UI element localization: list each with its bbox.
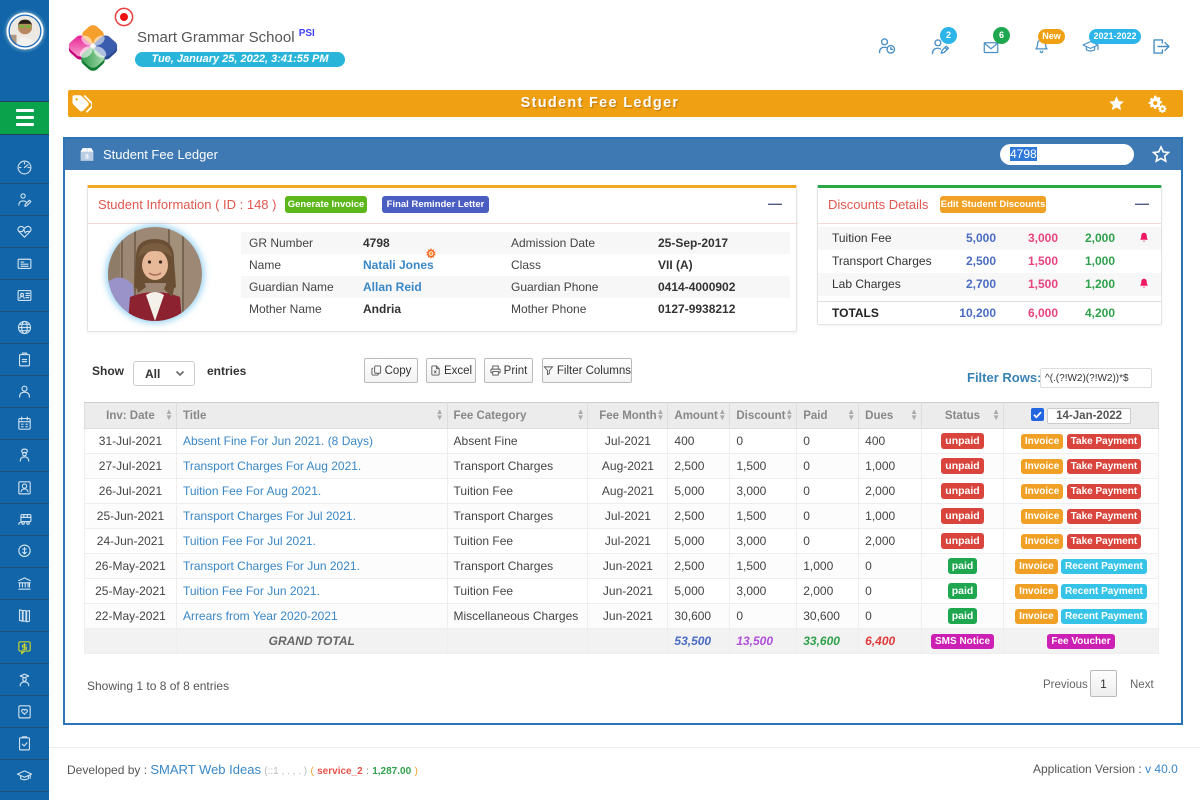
svg-text:$: $	[85, 153, 89, 160]
